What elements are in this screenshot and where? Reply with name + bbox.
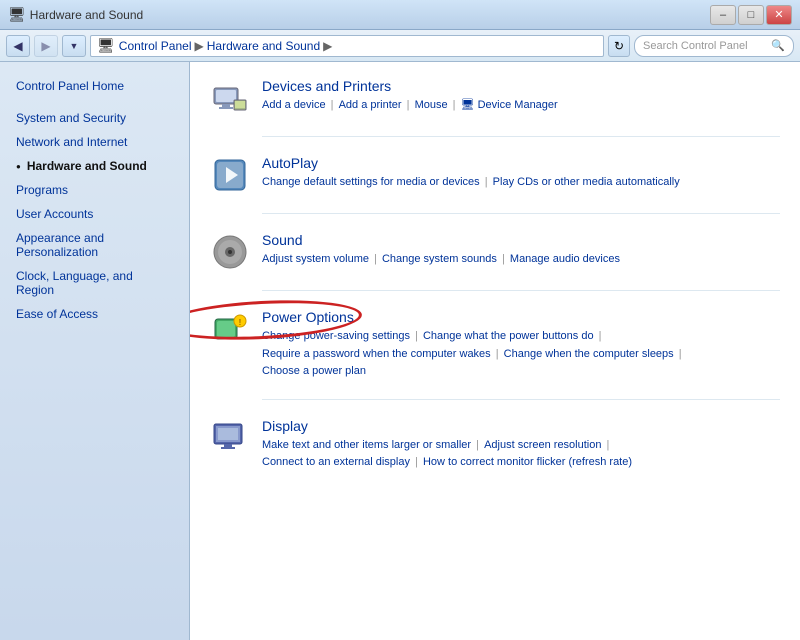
autoplay-title[interactable]: AutoPlay (262, 155, 680, 171)
adjust-volume-link[interactable]: Adjust system volume (262, 253, 369, 265)
title-bar-left: 🖥 Hardware and Sound (8, 6, 143, 23)
play-cds-link[interactable]: Play CDs or other media automatically (493, 176, 680, 188)
breadcrumb-hardware-sound[interactable]: Hardware and Sound (207, 39, 320, 53)
category-display: Display Make text and other items larger… (210, 418, 780, 472)
power-title[interactable]: Power Options (262, 309, 684, 325)
minimize-button[interactable]: – (710, 5, 736, 25)
change-power-buttons-link[interactable]: Change what the power buttons do (423, 330, 594, 342)
divider-1 (262, 136, 780, 137)
display-title[interactable]: Display (262, 418, 632, 434)
forward-button[interactable]: ▶ (34, 35, 58, 57)
content-area: Devices and Printers Add a device | Add … (190, 62, 800, 640)
manage-audio-link[interactable]: Manage audio devices (510, 253, 620, 265)
change-default-link[interactable]: Change default settings for media or dev… (262, 176, 480, 188)
correct-flicker-link[interactable]: How to correct monitor flicker (refresh … (423, 456, 632, 468)
window-icon: 🖥 (8, 6, 26, 23)
sidebar-item-network-and-internet[interactable]: Network and Internet (0, 130, 189, 154)
power-links: Change power-saving settings | Change wh… (262, 328, 684, 381)
sidebar-item-ease-of-access[interactable]: Ease of Access (0, 302, 189, 326)
dropdown-button[interactable]: ▼ (62, 35, 86, 57)
search-icon: 🔍 (771, 39, 785, 52)
adjust-resolution-link[interactable]: Adjust screen resolution (484, 439, 601, 451)
sidebar-item-clock-language[interactable]: Clock, Language, and Region (0, 264, 189, 302)
connect-external-link[interactable]: Connect to an external display (262, 456, 410, 468)
title-bar: 🖥 Hardware and Sound – □ ✕ (0, 0, 800, 30)
sidebar-item-control-panel-home[interactable]: Control Panel Home (0, 74, 189, 98)
main-layout: Control Panel Home System and Security N… (0, 62, 800, 640)
breadcrumb-control-panel[interactable]: Control Panel (119, 39, 192, 53)
category-devices-and-printers: Devices and Printers Add a device | Add … (210, 78, 780, 118)
power-icon: ! (210, 309, 250, 349)
address-bar: ◀ ▶ ▼ 🖥 Control Panel ▶ Hardware and Sou… (0, 30, 800, 62)
sidebar-item-programs[interactable]: Programs (0, 178, 189, 202)
make-text-larger-link[interactable]: Make text and other items larger or smal… (262, 439, 471, 451)
window-title: Hardware and Sound (30, 8, 143, 22)
breadcrumb-icon: 🖥 (97, 37, 115, 54)
sound-icon (210, 232, 250, 272)
autoplay-content: AutoPlay Change default settings for med… (262, 155, 680, 192)
sound-links: Adjust system volume | Change system sou… (262, 251, 620, 269)
search-placeholder: Search Control Panel (643, 40, 748, 52)
power-content: Power Options Change power-saving settin… (262, 309, 684, 381)
devices-icon (210, 78, 250, 118)
sidebar-item-appearance[interactable]: Appearance and Personalization (0, 226, 189, 264)
category-power-options: ! Power Options Change power-saving sett… (210, 309, 780, 381)
autoplay-links: Change default settings for media or dev… (262, 174, 680, 192)
choose-power-plan-link[interactable]: Choose a power plan (262, 365, 366, 377)
add-printer-link[interactable]: Add a printer (339, 99, 402, 111)
add-device-link[interactable]: Add a device (262, 99, 326, 111)
sound-title[interactable]: Sound (262, 232, 620, 248)
devices-content: Devices and Printers Add a device | Add … (262, 78, 558, 115)
refresh-button[interactable]: ↻ (608, 35, 630, 57)
address-path: 🖥 Control Panel ▶ Hardware and Sound ▶ (90, 35, 604, 57)
back-button[interactable]: ◀ (6, 35, 30, 57)
divider-2 (262, 213, 780, 214)
mouse-link[interactable]: Mouse (415, 99, 448, 111)
svg-text:!: ! (239, 318, 242, 327)
category-sound: Sound Adjust system volume | Change syst… (210, 232, 780, 272)
change-sounds-link[interactable]: Change system sounds (382, 253, 497, 265)
title-bar-controls: – □ ✕ (710, 5, 792, 25)
change-computer-sleeps-link[interactable]: Change when the computer sleeps (504, 348, 674, 360)
category-autoplay: AutoPlay Change default settings for med… (210, 155, 780, 195)
change-power-saving-link[interactable]: Change power-saving settings (262, 330, 410, 342)
divider-4 (262, 399, 780, 400)
devices-title[interactable]: Devices and Printers (262, 78, 558, 94)
close-button[interactable]: ✕ (766, 5, 792, 25)
display-icon (210, 418, 250, 458)
sidebar-item-hardware-and-sound[interactable]: Hardware and Sound (0, 154, 189, 178)
divider-3 (262, 290, 780, 291)
sidebar: Control Panel Home System and Security N… (0, 62, 190, 640)
device-manager-icon-small: 🖥 (461, 99, 475, 111)
device-manager-link[interactable]: Device Manager (478, 99, 558, 111)
autoplay-icon (210, 155, 250, 195)
display-content: Display Make text and other items larger… (262, 418, 632, 472)
sound-content: Sound Adjust system volume | Change syst… (262, 232, 620, 269)
devices-links: Add a device | Add a printer | Mouse | 🖥… (262, 97, 558, 115)
sidebar-item-user-accounts[interactable]: User Accounts (0, 202, 189, 226)
search-box[interactable]: Search Control Panel 🔍 (634, 35, 794, 57)
require-password-wake-link[interactable]: Require a password when the computer wak… (262, 348, 491, 360)
display-links: Make text and other items larger or smal… (262, 437, 632, 472)
sidebar-item-system-and-security[interactable]: System and Security (0, 106, 189, 130)
maximize-button[interactable]: □ (738, 5, 764, 25)
